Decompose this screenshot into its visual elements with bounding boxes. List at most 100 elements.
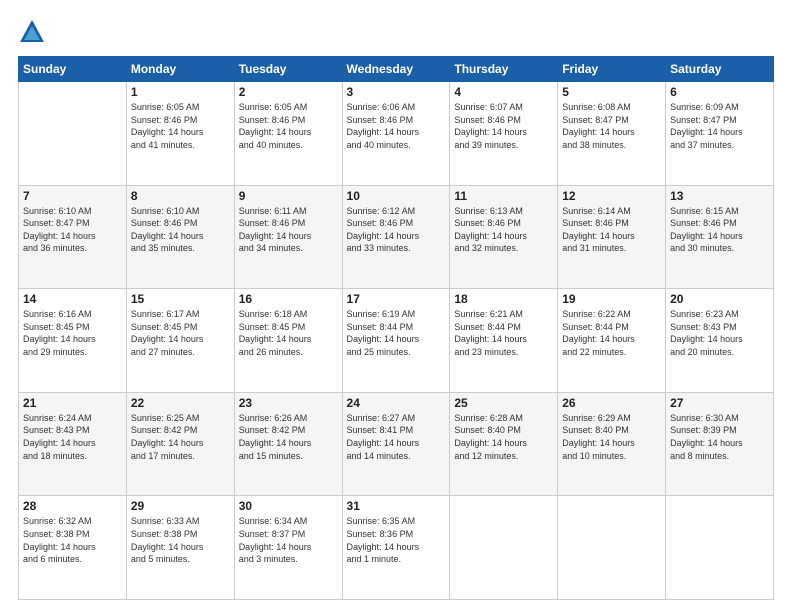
day-number: 13 <box>670 189 769 203</box>
day-number: 31 <box>347 499 446 513</box>
day-number: 19 <box>562 292 661 306</box>
calendar-cell: 22Sunrise: 6:25 AM Sunset: 8:42 PM Dayli… <box>126 392 234 496</box>
calendar-cell <box>558 496 666 600</box>
day-info: Sunrise: 6:24 AM Sunset: 8:43 PM Dayligh… <box>23 412 122 462</box>
day-number: 14 <box>23 292 122 306</box>
day-number: 18 <box>454 292 553 306</box>
day-number: 9 <box>239 189 338 203</box>
day-info: Sunrise: 6:08 AM Sunset: 8:47 PM Dayligh… <box>562 101 661 151</box>
calendar-cell: 20 Sunrise: 6:23 AM Sunset: 8:43 PM Dayli… <box>666 289 774 393</box>
day-number: 3 <box>347 85 446 99</box>
day-info: Sunrise: 6:12 AM Sunset: 8:46 PM Dayligh… <box>347 205 446 255</box>
day-number: 17 <box>347 292 446 306</box>
calendar-cell: 5Sunrise: 6:08 AM Sunset: 8:47 PM Daylig… <box>558 82 666 186</box>
calendar-cell: 7 Sunrise: 6:10 AM Sunset: 8:47 PM Daylig… <box>19 185 127 289</box>
day-number: 26 <box>562 396 661 410</box>
day-info: Sunrise: 6:11 AM Sunset: 8:46 PM Dayligh… <box>239 205 338 255</box>
day-info: Sunrise: 6:18 AM Sunset: 8:45 PM Dayligh… <box>239 308 338 358</box>
day-info: Sunrise: 6:22 AM Sunset: 8:44 PM Dayligh… <box>562 308 661 358</box>
day-info: Sunrise: 6:10 AM Sunset: 8:46 PM Dayligh… <box>131 205 230 255</box>
calendar-cell: 17 Sunrise: 6:19 AM Sunset: 8:44 PM Dayli… <box>342 289 450 393</box>
calendar-cell: 19 Sunrise: 6:22 AM Sunset: 8:44 PM Dayli… <box>558 289 666 393</box>
calendar-cell: 2 Sunrise: 6:05 AM Sunset: 8:46 PM Daylig… <box>234 82 342 186</box>
weekday-header: Monday <box>126 57 234 82</box>
day-number: 28 <box>23 499 122 513</box>
calendar-cell: 25 Sunrise: 6:28 AM Sunset: 8:40 PM Dayli… <box>450 392 558 496</box>
calendar-cell: 12 Sunrise: 6:14 AM Sunset: 8:46 PM Dayli… <box>558 185 666 289</box>
calendar-cell <box>19 82 127 186</box>
day-number: 16 <box>239 292 338 306</box>
calendar-cell: 8 Sunrise: 6:10 AM Sunset: 8:46 PM Daylig… <box>126 185 234 289</box>
day-info: Sunrise: 6:19 AM Sunset: 8:44 PM Dayligh… <box>347 308 446 358</box>
calendar-cell: 6Sunrise: 6:09 AM Sunset: 8:47 PM Daylig… <box>666 82 774 186</box>
weekday-row: SundayMondayTuesdayWednesdayThursdayFrid… <box>19 57 774 82</box>
calendar-week-row: 14 Sunrise: 6:16 AM Sunset: 8:45 PM Dayli… <box>19 289 774 393</box>
calendar-cell: 31 Sunrise: 6:35 AM Sunset: 8:36 PM Dayli… <box>342 496 450 600</box>
day-info: Sunrise: 6:05 AM Sunset: 8:46 PM Dayligh… <box>239 101 338 151</box>
day-info: Sunrise: 6:26 AM Sunset: 8:42 PM Dayligh… <box>239 412 338 462</box>
calendar-cell: 28Sunrise: 6:32 AM Sunset: 8:38 PM Dayli… <box>19 496 127 600</box>
day-number: 8 <box>131 189 230 203</box>
header <box>18 18 774 46</box>
calendar-cell <box>450 496 558 600</box>
calendar-cell: 23 Sunrise: 6:26 AM Sunset: 8:42 PM Dayli… <box>234 392 342 496</box>
calendar-cell: 29 Sunrise: 6:33 AM Sunset: 8:38 PM Dayli… <box>126 496 234 600</box>
day-info: Sunrise: 6:23 AM Sunset: 8:43 PM Dayligh… <box>670 308 769 358</box>
calendar-cell: 13 Sunrise: 6:15 AM Sunset: 8:46 PM Dayli… <box>666 185 774 289</box>
day-info: Sunrise: 6:05 AM Sunset: 8:46 PM Dayligh… <box>131 101 230 151</box>
day-number: 20 <box>670 292 769 306</box>
day-info: Sunrise: 6:10 AM Sunset: 8:47 PM Dayligh… <box>23 205 122 255</box>
day-number: 15 <box>131 292 230 306</box>
day-info: Sunrise: 6:06 AM Sunset: 8:46 PM Dayligh… <box>347 101 446 151</box>
day-number: 1 <box>131 85 230 99</box>
day-info: Sunrise: 6:15 AM Sunset: 8:46 PM Dayligh… <box>670 205 769 255</box>
calendar-week-row: 21 Sunrise: 6:24 AM Sunset: 8:43 PM Dayli… <box>19 392 774 496</box>
day-info: Sunrise: 6:07 AM Sunset: 8:46 PM Dayligh… <box>454 101 553 151</box>
calendar-cell: 16 Sunrise: 6:18 AM Sunset: 8:45 PM Dayli… <box>234 289 342 393</box>
day-info: Sunrise: 6:34 AM Sunset: 8:37 PM Dayligh… <box>239 515 338 565</box>
day-number: 12 <box>562 189 661 203</box>
calendar: SundayMondayTuesdayWednesdayThursdayFrid… <box>18 56 774 600</box>
calendar-week-row: 7 Sunrise: 6:10 AM Sunset: 8:47 PM Daylig… <box>19 185 774 289</box>
day-number: 25 <box>454 396 553 410</box>
day-number: 30 <box>239 499 338 513</box>
day-info: Sunrise: 6:28 AM Sunset: 8:40 PM Dayligh… <box>454 412 553 462</box>
day-number: 21 <box>23 396 122 410</box>
calendar-week-row: 1 Sunrise: 6:05 AM Sunset: 8:46 PM Daylig… <box>19 82 774 186</box>
day-number: 2 <box>239 85 338 99</box>
day-number: 27 <box>670 396 769 410</box>
day-info: Sunrise: 6:09 AM Sunset: 8:47 PM Dayligh… <box>670 101 769 151</box>
day-info: Sunrise: 6:21 AM Sunset: 8:44 PM Dayligh… <box>454 308 553 358</box>
calendar-cell: 30 Sunrise: 6:34 AM Sunset: 8:37 PM Dayli… <box>234 496 342 600</box>
calendar-cell: 27 Sunrise: 6:30 AM Sunset: 8:39 PM Dayli… <box>666 392 774 496</box>
logo <box>18 18 50 46</box>
calendar-cell: 21 Sunrise: 6:24 AM Sunset: 8:43 PM Dayli… <box>19 392 127 496</box>
calendar-week-row: 28Sunrise: 6:32 AM Sunset: 8:38 PM Dayli… <box>19 496 774 600</box>
day-info: Sunrise: 6:35 AM Sunset: 8:36 PM Dayligh… <box>347 515 446 565</box>
weekday-header: Thursday <box>450 57 558 82</box>
day-info: Sunrise: 6:33 AM Sunset: 8:38 PM Dayligh… <box>131 515 230 565</box>
weekday-header: Saturday <box>666 57 774 82</box>
calendar-cell: 1 Sunrise: 6:05 AM Sunset: 8:46 PM Daylig… <box>126 82 234 186</box>
day-number: 22 <box>131 396 230 410</box>
logo-icon <box>18 18 46 46</box>
calendar-cell: 4Sunrise: 6:07 AM Sunset: 8:46 PM Daylig… <box>450 82 558 186</box>
day-info: Sunrise: 6:30 AM Sunset: 8:39 PM Dayligh… <box>670 412 769 462</box>
page: SundayMondayTuesdayWednesdayThursdayFrid… <box>0 0 792 612</box>
calendar-cell: 3 Sunrise: 6:06 AM Sunset: 8:46 PM Daylig… <box>342 82 450 186</box>
day-number: 24 <box>347 396 446 410</box>
day-number: 29 <box>131 499 230 513</box>
day-number: 23 <box>239 396 338 410</box>
day-number: 11 <box>454 189 553 203</box>
day-info: Sunrise: 6:17 AM Sunset: 8:45 PM Dayligh… <box>131 308 230 358</box>
calendar-header: SundayMondayTuesdayWednesdayThursdayFrid… <box>19 57 774 82</box>
day-info: Sunrise: 6:14 AM Sunset: 8:46 PM Dayligh… <box>562 205 661 255</box>
calendar-cell <box>666 496 774 600</box>
weekday-header: Wednesday <box>342 57 450 82</box>
day-number: 7 <box>23 189 122 203</box>
calendar-cell: 11Sunrise: 6:13 AM Sunset: 8:46 PM Dayli… <box>450 185 558 289</box>
day-info: Sunrise: 6:16 AM Sunset: 8:45 PM Dayligh… <box>23 308 122 358</box>
day-info: Sunrise: 6:27 AM Sunset: 8:41 PM Dayligh… <box>347 412 446 462</box>
weekday-header: Sunday <box>19 57 127 82</box>
calendar-cell: 10Sunrise: 6:12 AM Sunset: 8:46 PM Dayli… <box>342 185 450 289</box>
